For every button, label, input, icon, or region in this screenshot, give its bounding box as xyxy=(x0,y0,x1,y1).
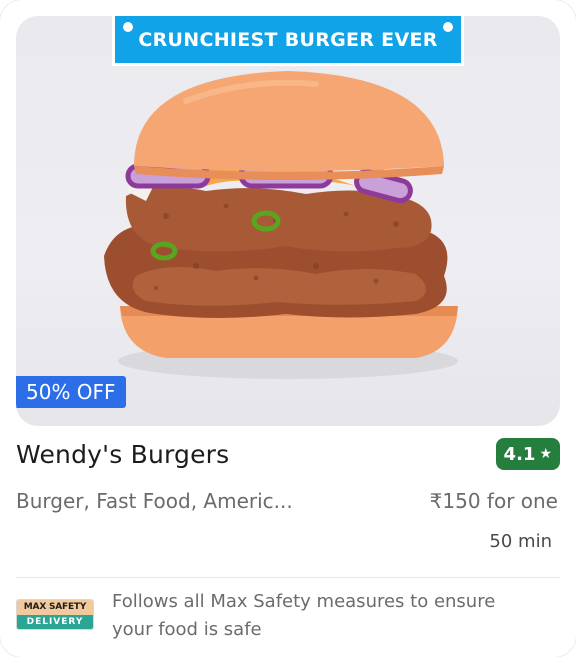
banner-dot xyxy=(443,22,453,32)
divider xyxy=(16,577,560,578)
restaurant-image[interactable]: CRUNCHIEST BURGER EVER 50% OFF xyxy=(16,16,560,426)
price-for-one: ₹150 for one xyxy=(429,489,558,513)
promo-text: CRUNCHIEST BURGER EVER xyxy=(138,28,438,51)
delivery-time: 50 min xyxy=(489,531,552,552)
safety-logo-top: MAX SAFETY xyxy=(17,600,93,615)
burger-illustration xyxy=(104,71,458,379)
star-icon: ★ xyxy=(539,446,552,462)
restaurant-name[interactable]: Wendy's Burgers xyxy=(16,440,229,469)
promo-banner: CRUNCHIEST BURGER EVER xyxy=(112,16,464,66)
cuisine-list: Burger, Fast Food, Americ... xyxy=(16,489,293,513)
safety-message: Follows all Max Safety measures to ensur… xyxy=(112,591,496,640)
offer-badge: 50% OFF xyxy=(16,376,126,408)
banner-dot xyxy=(123,22,133,32)
rating-badge: 4.1 ★ xyxy=(495,438,560,470)
rating-value: 4.1 xyxy=(503,443,536,465)
safety-logo-bottom: DELIVERY xyxy=(17,615,93,629)
max-safety-logo: MAX SAFETY DELIVERY xyxy=(16,599,94,630)
restaurant-card[interactable]: CRUNCHIEST BURGER EVER 50% OFF Wendy's B… xyxy=(0,0,576,657)
